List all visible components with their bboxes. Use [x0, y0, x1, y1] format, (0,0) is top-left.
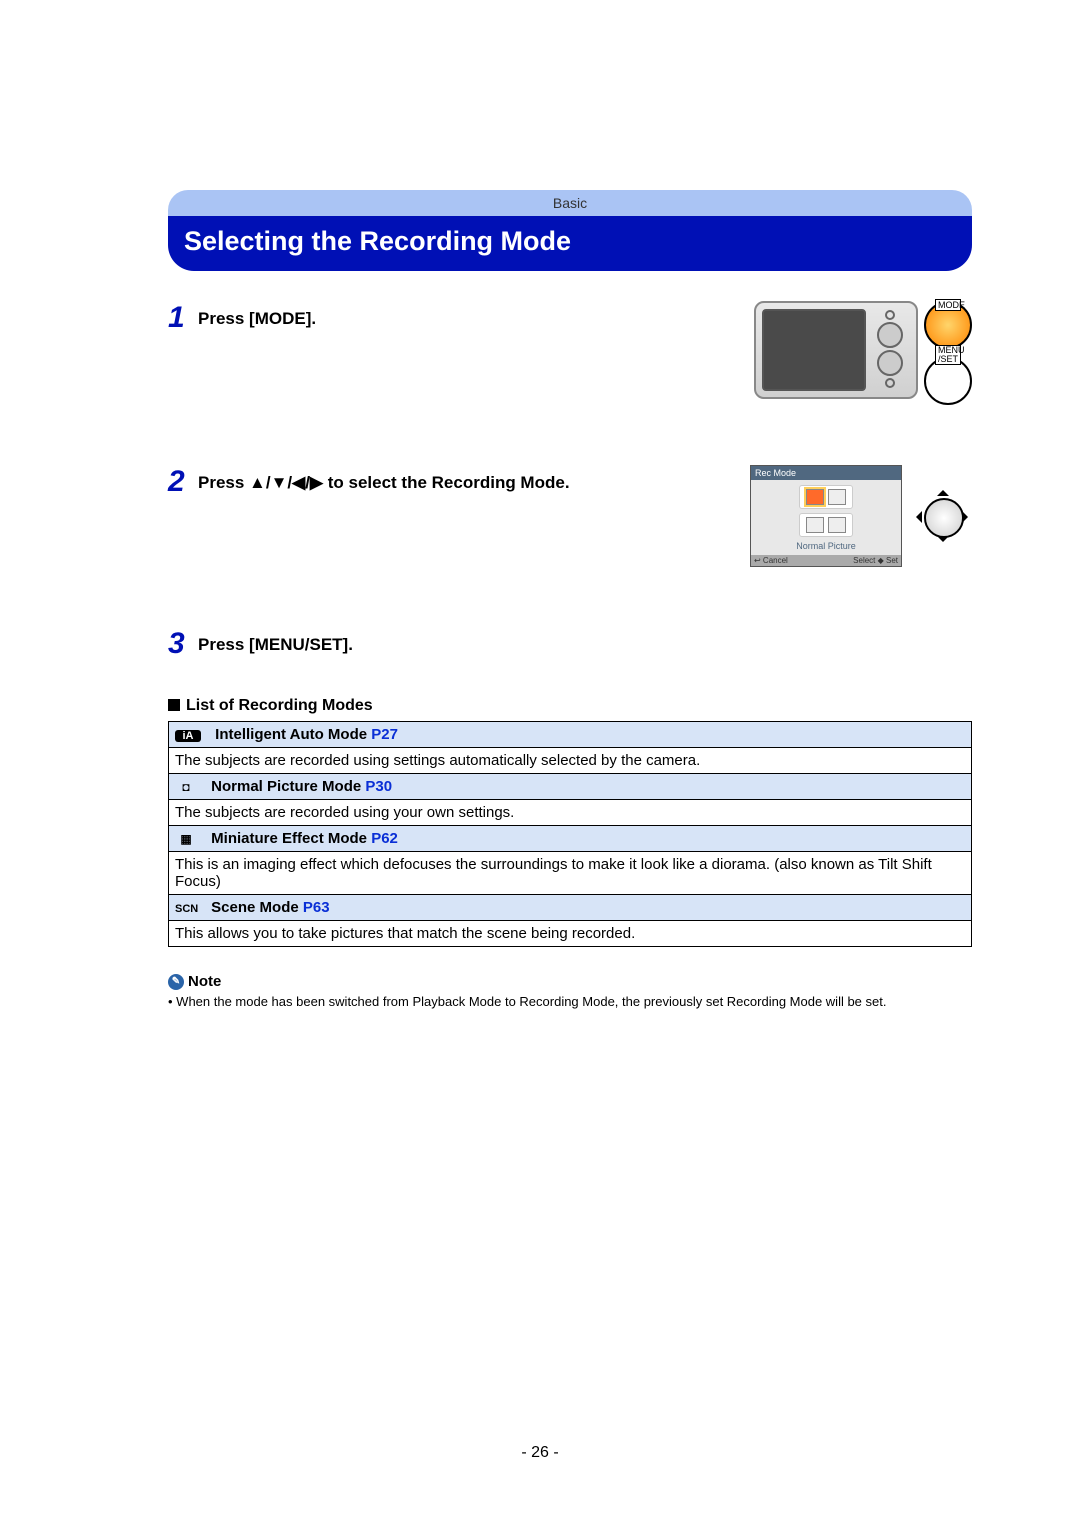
step-1: 1 Press [MODE]. MODE MENU /SET — [168, 301, 972, 405]
dpad-icon — [912, 486, 972, 546]
mode-desc: This is an imaging effect which defocuse… — [169, 852, 972, 895]
page-ref-link[interactable]: P27 — [371, 726, 398, 743]
modes-list-heading: List of Recording Modes — [168, 697, 972, 715]
page-ref-link[interactable]: P63 — [303, 899, 330, 916]
note-icon: ✎ — [168, 974, 184, 990]
table-row: iA Intelligent Auto Mode P27 — [169, 722, 972, 748]
mode-desc: The subjects are recorded using settings… — [169, 748, 972, 774]
page-ref-link[interactable]: P30 — [365, 778, 392, 795]
step-text: Press [MENU/SET]. — [198, 627, 972, 655]
page-ref-link[interactable]: P62 — [371, 830, 398, 847]
camera-body-icon — [754, 301, 918, 399]
chapter-header: Basic — [168, 190, 972, 216]
ia-mode-icon: iA — [175, 730, 201, 742]
step-number: 1 — [168, 301, 198, 335]
rec-screen-title: Rec Mode — [751, 466, 901, 480]
table-row: This is an imaging effect which defocuse… — [169, 852, 972, 895]
table-row: This allows you to take pictures that ma… — [169, 921, 972, 947]
step-number: 3 — [168, 627, 198, 661]
step-text: Press [MODE]. — [198, 301, 754, 329]
table-row: The subjects are recorded using settings… — [169, 748, 972, 774]
note-text: When the mode has been switched from Pla… — [168, 994, 972, 1011]
rec-screen-select: Select ◆ Set — [853, 556, 898, 565]
step-3: 3 Press [MENU/SET]. — [168, 627, 972, 661]
page-number: - 26 - — [0, 1444, 1080, 1462]
mode-name: Scene Mode — [211, 899, 299, 916]
step-number: 2 — [168, 465, 198, 499]
scene-mode-icon: SCN — [175, 903, 197, 915]
camera-illustration: MODE MENU /SET — [754, 301, 972, 405]
rec-screen-cancel: ↩ Cancel — [754, 556, 788, 565]
page-title: Selecting the Recording Mode — [168, 216, 972, 271]
table-row: SCN Scene Mode P63 — [169, 895, 972, 921]
note-heading: ✎ Note — [168, 973, 972, 990]
step-text: Press ▲/▼/◀/▶ to select the Recording Mo… — [198, 465, 750, 493]
table-row: ▦ Miniature Effect Mode P62 — [169, 826, 972, 852]
mode-button-label: MODE — [935, 299, 961, 311]
mode-desc: The subjects are recorded using your own… — [169, 800, 972, 826]
menu-set-button-icon: MENU /SET — [924, 357, 972, 405]
menu-set-button-label: MENU /SET — [935, 345, 961, 365]
mode-name: Miniature Effect Mode — [211, 830, 367, 847]
normal-mode-icon: ◘ — [175, 780, 197, 794]
miniature-mode-icon: ▦ — [175, 832, 197, 846]
mode-button-icon: MODE — [924, 301, 972, 349]
rec-mode-screen-illustration: Rec Mode Normal Picture ↩ Cancel Select … — [750, 465, 972, 567]
mode-name: Normal Picture Mode — [211, 778, 361, 795]
mode-desc: This allows you to take pictures that ma… — [169, 921, 972, 947]
table-row: ◘ Normal Picture Mode P30 — [169, 774, 972, 800]
table-row: The subjects are recorded using your own… — [169, 800, 972, 826]
mode-name: Intelligent Auto Mode — [215, 726, 367, 743]
modes-table: iA Intelligent Auto Mode P27 The subject… — [168, 721, 972, 947]
rec-screen-caption: Normal Picture — [796, 541, 856, 551]
step-2: 2 Press ▲/▼/◀/▶ to select the Recording … — [168, 465, 972, 567]
